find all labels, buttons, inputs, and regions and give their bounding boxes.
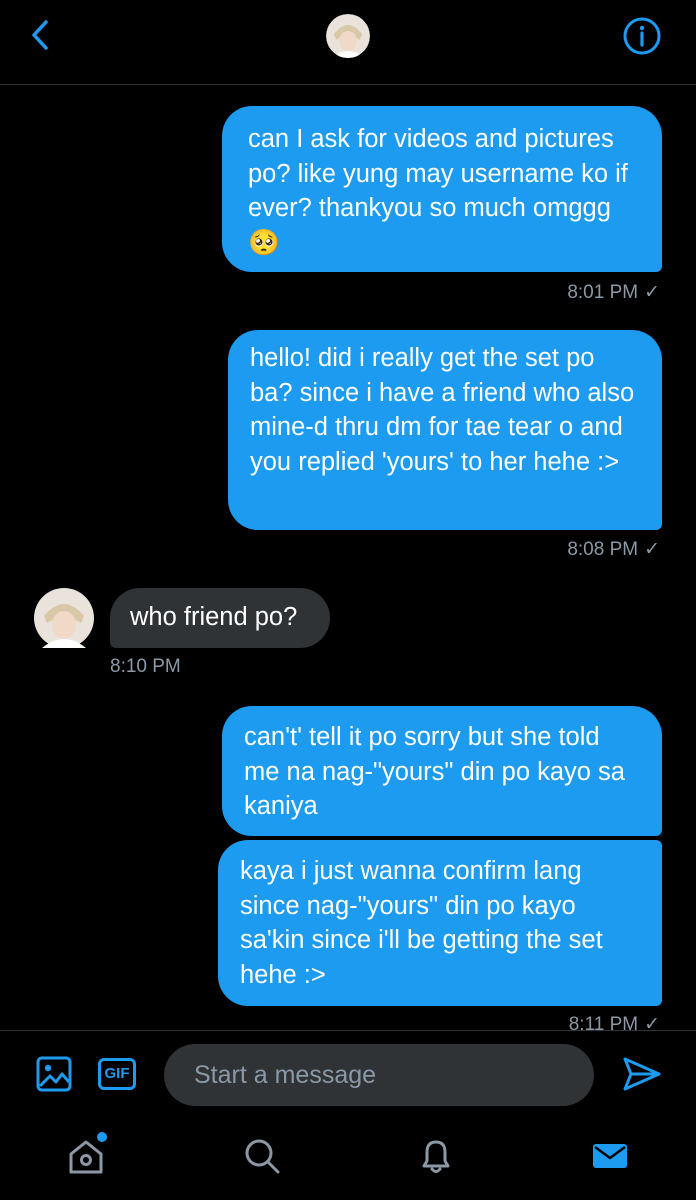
info-icon[interactable] — [622, 16, 662, 56]
sender-avatar[interactable] — [34, 588, 94, 648]
message-timestamp: 8:10 PM — [110, 656, 181, 677]
outgoing-message-bubble[interactable]: kaya i just wanna confirm lang since nag… — [218, 840, 662, 1006]
incoming-message-bubble[interactable]: who friend po? — [110, 588, 330, 648]
back-chevron-icon[interactable] — [26, 18, 54, 52]
message-text: can I ask for videos and pictures po? li… — [248, 125, 628, 257]
sent-check-icon: ✓ — [644, 282, 660, 303]
outgoing-message-bubble[interactable]: can't' tell it po sorry but she told me … — [222, 706, 662, 836]
notification-dot — [97, 1132, 107, 1142]
sent-check-icon: ✓ — [644, 539, 660, 560]
message-timestamp: 8:08 PM ✓ — [567, 539, 660, 560]
home-icon[interactable] — [66, 1136, 106, 1176]
conversation-header — [0, 0, 696, 85]
search-icon[interactable] — [242, 1136, 282, 1176]
message-input[interactable] — [164, 1044, 594, 1106]
message-text: who friend po? — [130, 603, 298, 631]
mail-icon[interactable] — [590, 1136, 630, 1176]
outgoing-message-bubble[interactable]: hello! did i really get the set po ba? s… — [228, 330, 662, 530]
message-timestamp: 8:01 PM ✓ — [567, 282, 660, 303]
contact-avatar[interactable] — [326, 14, 370, 58]
gif-label: GIF — [104, 1065, 130, 1082]
message-text: kaya i just wanna confirm lang since nag… — [240, 857, 603, 989]
gif-icon[interactable]: GIF — [98, 1058, 136, 1090]
image-icon[interactable] — [36, 1056, 72, 1092]
outgoing-message-bubble[interactable]: can I ask for videos and pictures po? li… — [222, 106, 662, 272]
message-text: hello! did i really get the set po ba? s… — [250, 344, 635, 476]
message-text: can't' tell it po sorry but she told me … — [244, 723, 625, 820]
bell-icon[interactable] — [416, 1136, 456, 1176]
send-icon[interactable] — [622, 1056, 662, 1092]
